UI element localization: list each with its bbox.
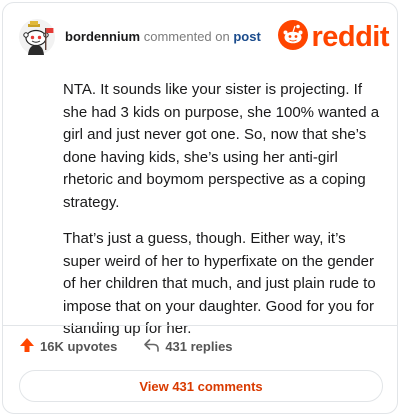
upvotes-count: 16K upvotes (40, 338, 118, 354)
replies-count: 431 replies (165, 338, 233, 354)
upvote-arrow-icon (19, 337, 35, 356)
comment-header: bordennium commented on post reddit (19, 17, 389, 57)
byline-verb: commented on (143, 29, 230, 44)
username-link[interactable]: bordennium (65, 29, 140, 44)
comment-card: bordennium commented on post reddit NTA.… (2, 2, 398, 414)
comment-actions: 16K upvotes 431 replies (19, 335, 233, 357)
view-comments-button[interactable]: View 431 comments (19, 370, 383, 402)
comment-byline: bordennium commented on post (65, 29, 261, 44)
comment-paragraph: NTA. It sounds like your sister is proje… (63, 81, 380, 211)
comment-body: NTA. It sounds like your sister is proje… (63, 79, 381, 355)
reddit-snoo-logo-icon (278, 19, 309, 55)
user-avatar[interactable] (19, 19, 55, 55)
reddit-wordmark: reddit (311, 20, 389, 53)
upvote-button[interactable]: 16K upvotes (19, 337, 117, 356)
reddit-logo[interactable]: reddit (278, 19, 389, 55)
reply-arrow-icon (143, 337, 160, 356)
comment-paragraph: That’s just a guess, though. Either way,… (63, 230, 376, 337)
post-link[interactable]: post (233, 29, 260, 44)
divider (3, 325, 397, 326)
reply-button[interactable]: 431 replies (143, 337, 233, 356)
